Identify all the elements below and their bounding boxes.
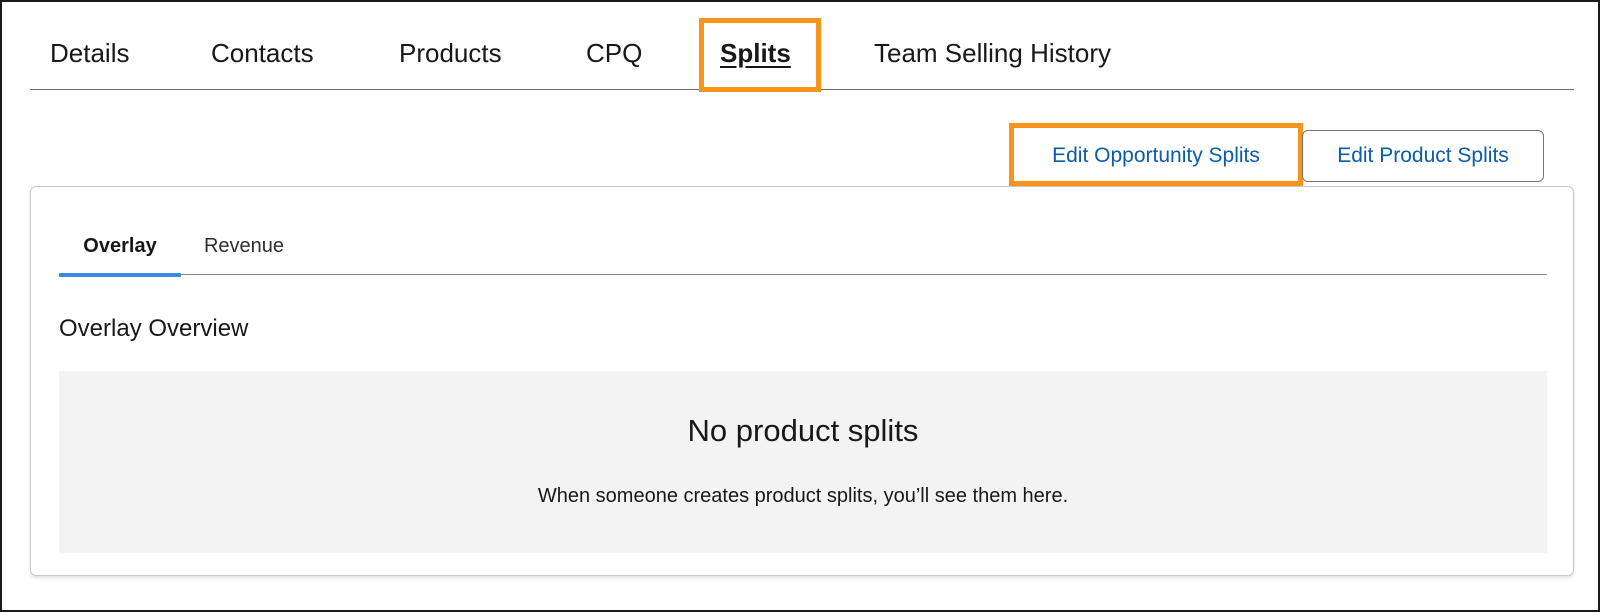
record-tab-bar: Details Contacts Products CPQ Splits Tea… — [30, 16, 1574, 90]
tab-team-selling-history[interactable]: Team Selling History — [874, 16, 1111, 90]
tab-revenue[interactable]: Revenue — [189, 217, 299, 275]
tab-overlay[interactable]: Overlay — [59, 217, 181, 277]
tab-contacts[interactable]: Contacts — [211, 16, 314, 90]
empty-state: No product splits When someone creates p… — [59, 371, 1547, 553]
splits-card: Overlay Revenue Overlay Overview No prod… — [30, 186, 1574, 576]
empty-state-description: When someone creates product splits, you… — [537, 485, 1069, 507]
empty-state-title: No product splits — [687, 413, 919, 448]
tab-cpq[interactable]: CPQ — [586, 16, 642, 90]
tab-products[interactable]: Products — [399, 16, 502, 90]
tab-details[interactable]: Details — [50, 16, 129, 90]
edit-opportunity-splits-button[interactable]: Edit Opportunity Splits — [1014, 130, 1298, 182]
splits-sub-tab-bar: Overlay Revenue — [59, 217, 1547, 277]
section-title: Overlay Overview — [59, 315, 249, 342]
tab-splits[interactable]: Splits — [720, 16, 791, 90]
screenshot-frame: Details Contacts Products CPQ Splits Tea… — [0, 0, 1600, 612]
edit-product-splits-button[interactable]: Edit Product Splits — [1302, 130, 1544, 182]
